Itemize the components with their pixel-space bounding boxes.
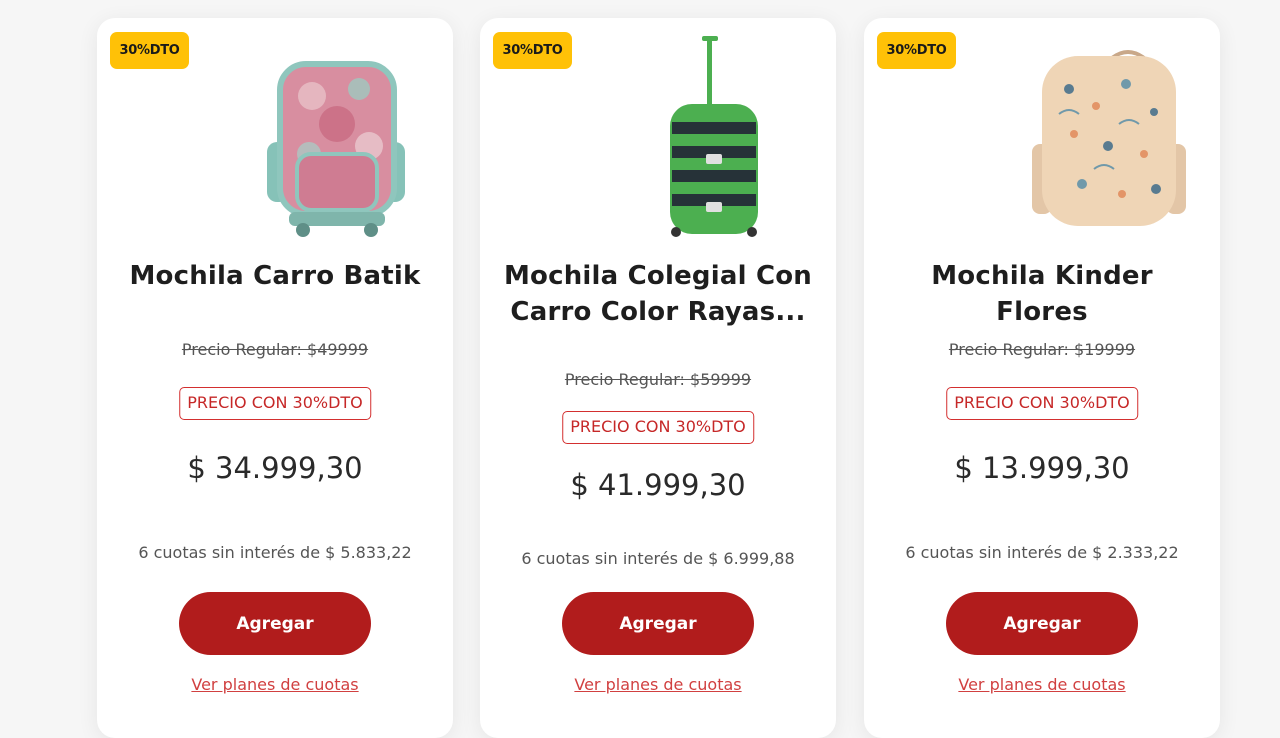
product-image[interactable] bbox=[97, 34, 453, 238]
product-title[interactable]: Mochila Colegial Con Carro Color Rayas..… bbox=[500, 258, 816, 330]
add-to-cart-button[interactable]: Agregar bbox=[946, 592, 1138, 655]
discount-label: PRECIO CON 30%DTO bbox=[179, 387, 371, 420]
installments-text: 6 cuotas sin interés de $ 5.833,22 bbox=[138, 543, 412, 562]
add-to-cart-button[interactable]: Agregar bbox=[179, 592, 371, 655]
product-card: 30%DTO Mochila Carro Batik Precio Regula… bbox=[97, 18, 453, 738]
discount-label: PRECIO CON 30%DTO bbox=[946, 387, 1138, 420]
discount-label: PRECIO CON 30%DTO bbox=[562, 411, 754, 444]
product-card: 30%DTO Mochila Colegial Con Carro Color … bbox=[480, 18, 836, 738]
regular-price: Precio Regular: $49999 bbox=[181, 340, 369, 359]
product-image[interactable] bbox=[480, 34, 836, 238]
installments-text: 6 cuotas sin interés de $ 2.333,22 bbox=[905, 543, 1179, 562]
regular-price: Precio Regular: $19999 bbox=[948, 340, 1136, 359]
installments-text: 6 cuotas sin interés de $ 6.999,88 bbox=[521, 549, 795, 568]
installment-plans-link[interactable]: Ver planes de cuotas bbox=[97, 675, 453, 694]
installment-plans-link[interactable]: Ver planes de cuotas bbox=[480, 675, 836, 694]
add-to-cart-button[interactable]: Agregar bbox=[562, 592, 754, 655]
product-price: $ 34.999,30 bbox=[187, 451, 363, 485]
product-image[interactable] bbox=[864, 34, 1220, 238]
product-price: $ 41.999,30 bbox=[570, 468, 746, 502]
installment-plans-link[interactable]: Ver planes de cuotas bbox=[864, 675, 1220, 694]
product-price: $ 13.999,30 bbox=[954, 451, 1130, 485]
product-title[interactable]: Mochila Carro Batik bbox=[117, 258, 433, 294]
product-title[interactable]: Mochila Kinder Flores bbox=[884, 258, 1200, 330]
regular-price: Precio Regular: $59999 bbox=[564, 370, 752, 389]
product-card: 30%DTO Mochila Kinder Flores Precio Regu… bbox=[864, 18, 1220, 738]
